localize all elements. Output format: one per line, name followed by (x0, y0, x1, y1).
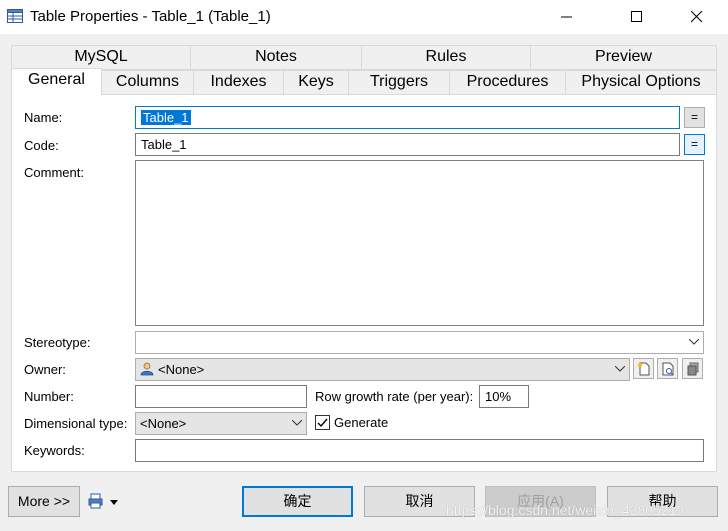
title-bar: Table Properties - Table_1 (Table_1) (0, 0, 728, 34)
number-field[interactable] (135, 385, 307, 408)
code-equal-button[interactable]: = (684, 134, 705, 155)
stereotype-combobox[interactable] (135, 331, 704, 354)
code-label: Code: (24, 138, 59, 153)
tab-label: Notes (255, 48, 297, 65)
tab-rules[interactable]: Rules (361, 45, 531, 70)
tab-keys[interactable]: Keys (283, 70, 349, 95)
stereotype-label: Stereotype: (24, 335, 91, 350)
row-growth-field[interactable]: 10% (479, 385, 529, 408)
ok-label: 确定 (283, 493, 312, 509)
watermark: https://blog.csdn.net/weixin_43805219 (446, 502, 685, 518)
chevron-down-icon (615, 366, 625, 372)
copy-icon (687, 362, 698, 376)
tab-physical-options[interactable]: Physical Options (565, 70, 717, 95)
dimensional-type-label: Dimensional type: (24, 416, 128, 431)
name-equal-button[interactable]: = (684, 107, 705, 128)
close-button[interactable] (674, 0, 720, 33)
row-growth-value: 10% (485, 389, 512, 404)
close-icon (691, 11, 703, 23)
tab-triggers[interactable]: Triggers (348, 70, 450, 95)
tab-label: Procedures (466, 73, 549, 90)
tab-label: Rules (425, 48, 467, 65)
dimensional-type-value: <None> (140, 416, 187, 431)
tab-indexes[interactable]: Indexes (193, 70, 284, 95)
cancel-label: 取消 (405, 493, 434, 509)
tab-procedures[interactable]: Procedures (449, 70, 566, 95)
equal-label: = (690, 137, 698, 151)
owner-select-button[interactable] (682, 358, 703, 379)
create-owner-button[interactable] (633, 358, 654, 379)
tab-label: Columns (115, 73, 180, 90)
number-label: Number: (24, 389, 74, 404)
new-document-icon (637, 362, 649, 376)
tab-mysql[interactable]: MySQL (11, 45, 191, 70)
dimensional-type-combobox[interactable]: <None> (135, 412, 307, 435)
chevron-down-icon (689, 339, 699, 345)
user-icon (140, 362, 154, 376)
more-button[interactable]: More >> (8, 486, 80, 517)
minimize-icon (561, 16, 572, 18)
tab-general[interactable]: General (11, 68, 102, 95)
checkmark-icon (317, 418, 328, 428)
owner-combobox[interactable]: <None> (135, 358, 630, 381)
tab-label: Preview (595, 48, 652, 65)
owner-properties-button[interactable] (657, 358, 678, 379)
ok-button[interactable]: 确定 (242, 486, 353, 517)
generate-label: Generate (334, 415, 389, 430)
owner-label: Owner: (24, 362, 66, 377)
keywords-label: Keywords: (24, 443, 85, 458)
properties-icon (662, 362, 673, 376)
table-icon (7, 8, 23, 24)
tab-label: Physical Options (581, 73, 701, 90)
tab-label: General (28, 71, 85, 88)
minimize-button[interactable] (544, 0, 590, 33)
equal-label: = (690, 110, 698, 124)
code-value: Table_1 (141, 137, 187, 152)
tab-preview[interactable]: Preview (530, 45, 717, 70)
window-title: Table Properties - Table_1 (Table_1) (30, 8, 271, 25)
maximize-icon (631, 11, 642, 22)
chevron-down-icon (292, 420, 302, 426)
row-growth-label: Row growth rate (per year): (315, 389, 474, 404)
name-value: Table_1 (141, 110, 191, 125)
tab-columns[interactable]: Columns (101, 70, 194, 95)
tab-label: Triggers (369, 73, 429, 90)
name-field[interactable]: Table_1 (135, 106, 680, 129)
tab-notes[interactable]: Notes (190, 45, 362, 70)
keywords-field[interactable] (135, 439, 704, 462)
caret-down-icon (110, 500, 118, 505)
comment-label: Comment: (24, 165, 84, 180)
printer-icon (88, 493, 103, 509)
more-label: More >> (17, 493, 71, 509)
owner-value: <None> (158, 362, 205, 377)
print-menu-button[interactable] (86, 492, 122, 512)
generate-checkbox[interactable] (315, 415, 330, 430)
tab-label: MySQL (74, 48, 128, 65)
maximize-button[interactable] (614, 0, 660, 33)
tab-label: Keys (298, 73, 334, 90)
comment-textarea[interactable] (135, 160, 704, 326)
code-field[interactable]: Table_1 (135, 133, 680, 156)
name-label: Name: (24, 110, 63, 125)
tab-label: Indexes (210, 73, 267, 90)
